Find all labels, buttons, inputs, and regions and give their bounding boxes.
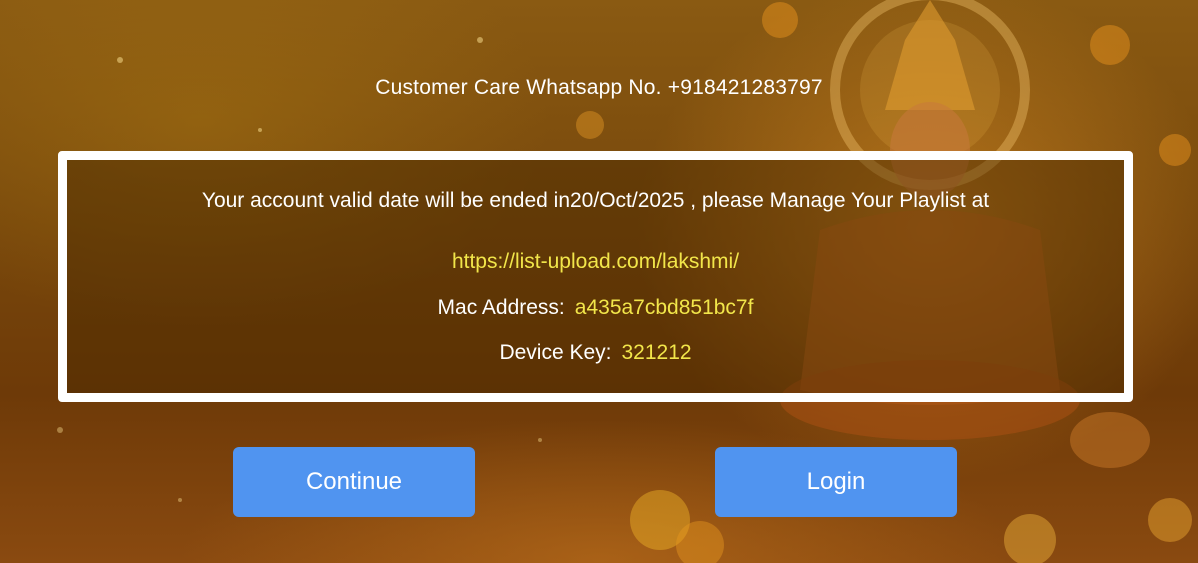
mac-address-label: Mac Address: [437,296,565,319]
device-key-value: 321212 [621,341,692,364]
login-button[interactable]: Login [715,447,957,517]
playlist-url-link[interactable]: https://list-upload.com/lakshmi/ [67,250,1124,274]
device-key-label: Device Key: [499,341,612,364]
account-info-box: Your account valid date will be ended in… [58,151,1133,402]
mac-address-row: Mac Address: a435a7cbd851bc7f [67,296,1124,320]
customer-care-text: Customer Care Whatsapp No. +918421283797 [375,76,823,99]
mac-address-value: a435a7cbd851bc7f [574,296,754,319]
validity-message: Your account valid date will be ended in… [201,189,990,212]
device-key-row: Device Key: 321212 [67,341,1124,365]
continue-button[interactable]: Continue [233,447,475,517]
